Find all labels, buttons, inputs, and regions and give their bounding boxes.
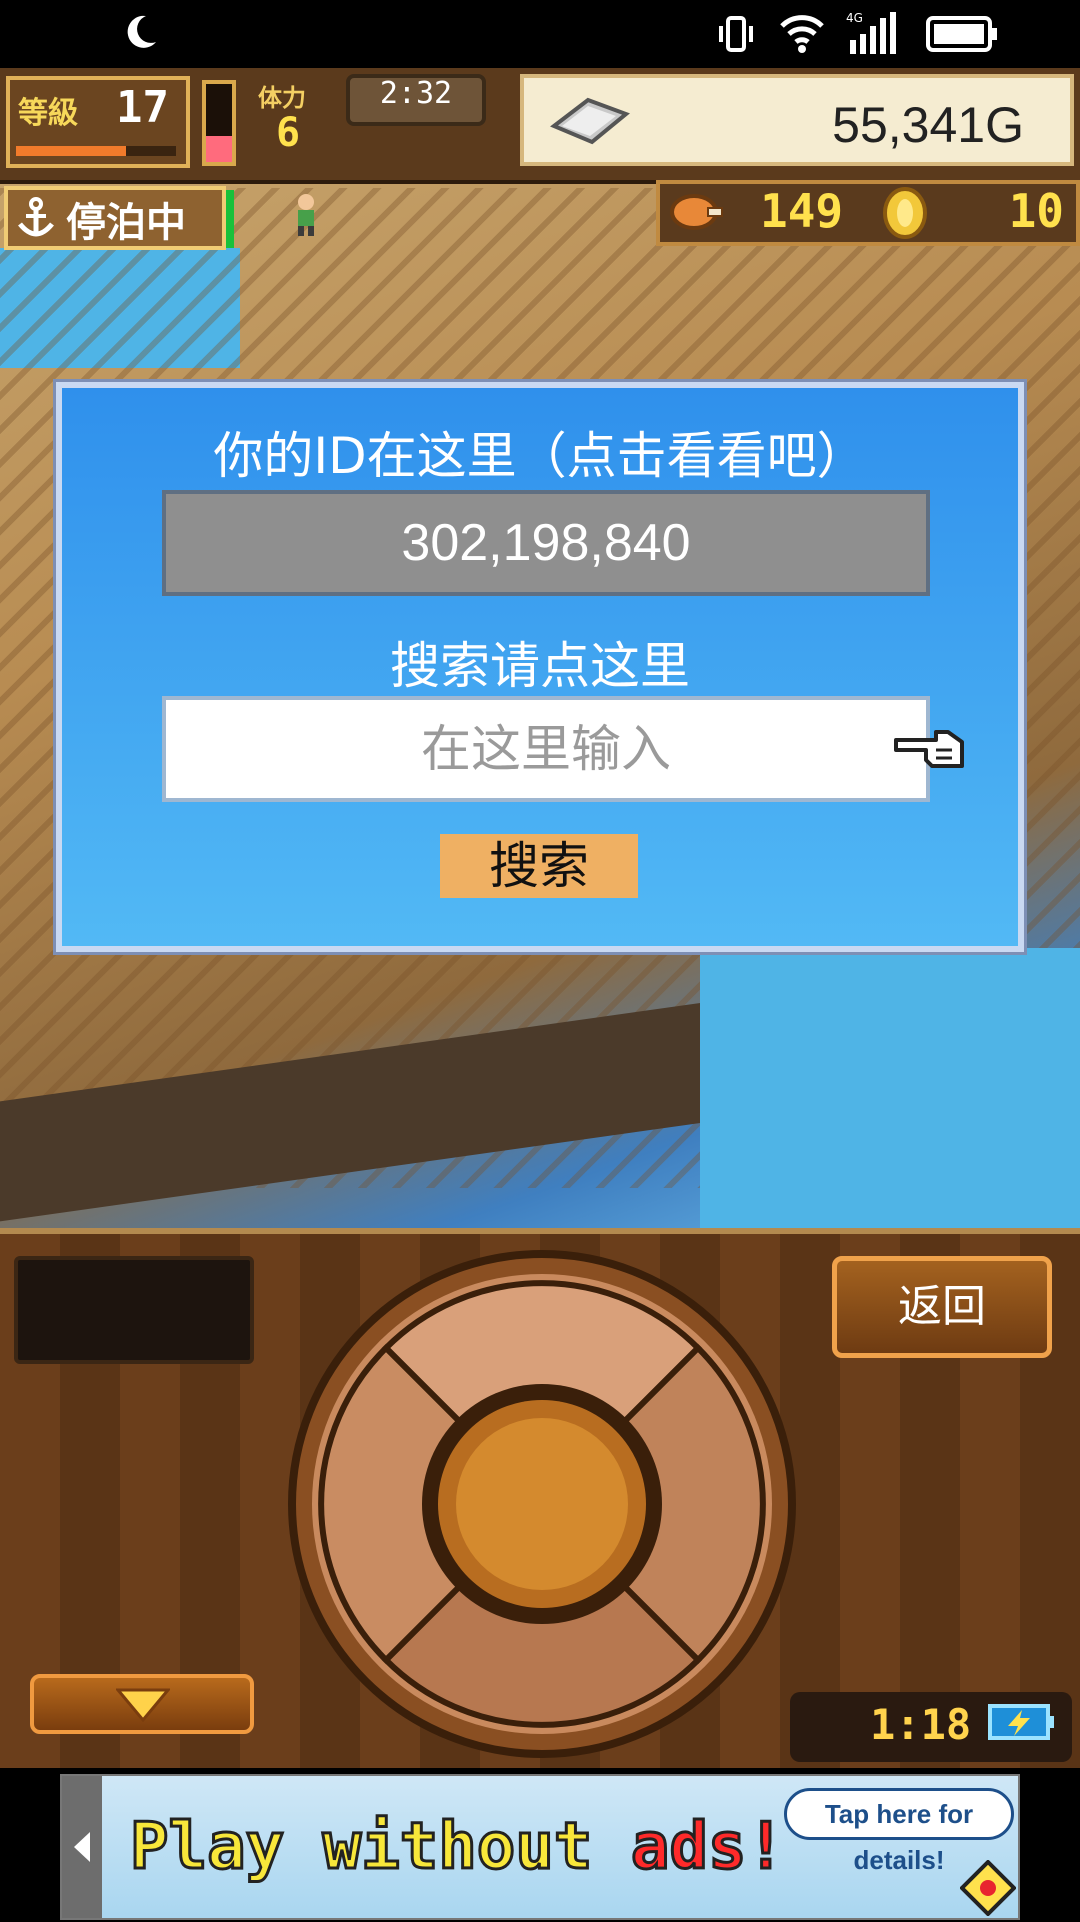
moon-icon xyxy=(127,15,156,48)
back-button[interactable]: 返回 xyxy=(832,1256,1052,1358)
down-arrow-icon xyxy=(116,1688,170,1722)
exp-bar-fill xyxy=(16,146,126,156)
stamina-label: 体力 xyxy=(258,84,306,112)
level-value: 17 xyxy=(116,82,169,133)
anchor-icon xyxy=(18,197,54,237)
ad-headline-highlight: ads! xyxy=(629,1809,786,1886)
level-label: 等級 xyxy=(18,96,78,131)
ad-headline[interactable]: Play without ads! xyxy=(129,1809,787,1886)
ad-headline-main: Play without xyxy=(129,1809,631,1886)
signal-4g-icon: 4G xyxy=(846,11,896,54)
meat-food-icon xyxy=(670,194,723,230)
user-id-display[interactable]: 302,198,840 xyxy=(162,490,930,596)
ad-mascot-icon xyxy=(960,1860,1016,1916)
anchored-status-text: 停泊中 xyxy=(66,200,186,246)
status-bar xyxy=(0,0,1080,68)
crew-member-sprite[interactable] xyxy=(286,192,326,238)
vibrate-icon xyxy=(719,16,753,52)
money-amount: 55,341G xyxy=(832,97,1024,153)
svg-text:4G: 4G xyxy=(846,11,863,25)
status-time: 01:18 xyxy=(20,10,116,52)
silver-ingot-icon xyxy=(550,97,630,145)
battery-charging-icon xyxy=(988,1704,1054,1740)
gold-coin-icon xyxy=(883,187,927,239)
info-slot xyxy=(14,1256,254,1364)
search-label: 搜索请点这里 xyxy=(390,637,690,695)
battery-level: 100 xyxy=(1000,10,1064,52)
timer-text: 2:32 xyxy=(379,76,453,111)
ad-details-bubble[interactable]: Tap here for details! xyxy=(784,1788,1014,1875)
status-green-marker xyxy=(226,190,234,248)
food-count: 149 xyxy=(760,184,844,238)
search-id-input[interactable] xyxy=(162,696,930,802)
hand-pointer-icon xyxy=(894,730,964,768)
search-button[interactable]: 搜索 xyxy=(440,834,638,898)
directional-pad[interactable] xyxy=(286,1248,798,1760)
battery-icon xyxy=(926,16,997,52)
dialog-title[interactable]: 你的ID在这里（点击看看吧） xyxy=(56,416,1024,488)
ad-left-arrow-icon[interactable] xyxy=(62,1776,102,1918)
sea-water xyxy=(700,948,1080,1228)
device-clock: 1:18 xyxy=(870,1700,972,1749)
wifi-icon xyxy=(780,15,824,53)
coin-count: 10 xyxy=(1008,184,1064,238)
stamina-gauge-fill xyxy=(206,136,232,162)
stamina-value: 6 xyxy=(276,110,301,156)
